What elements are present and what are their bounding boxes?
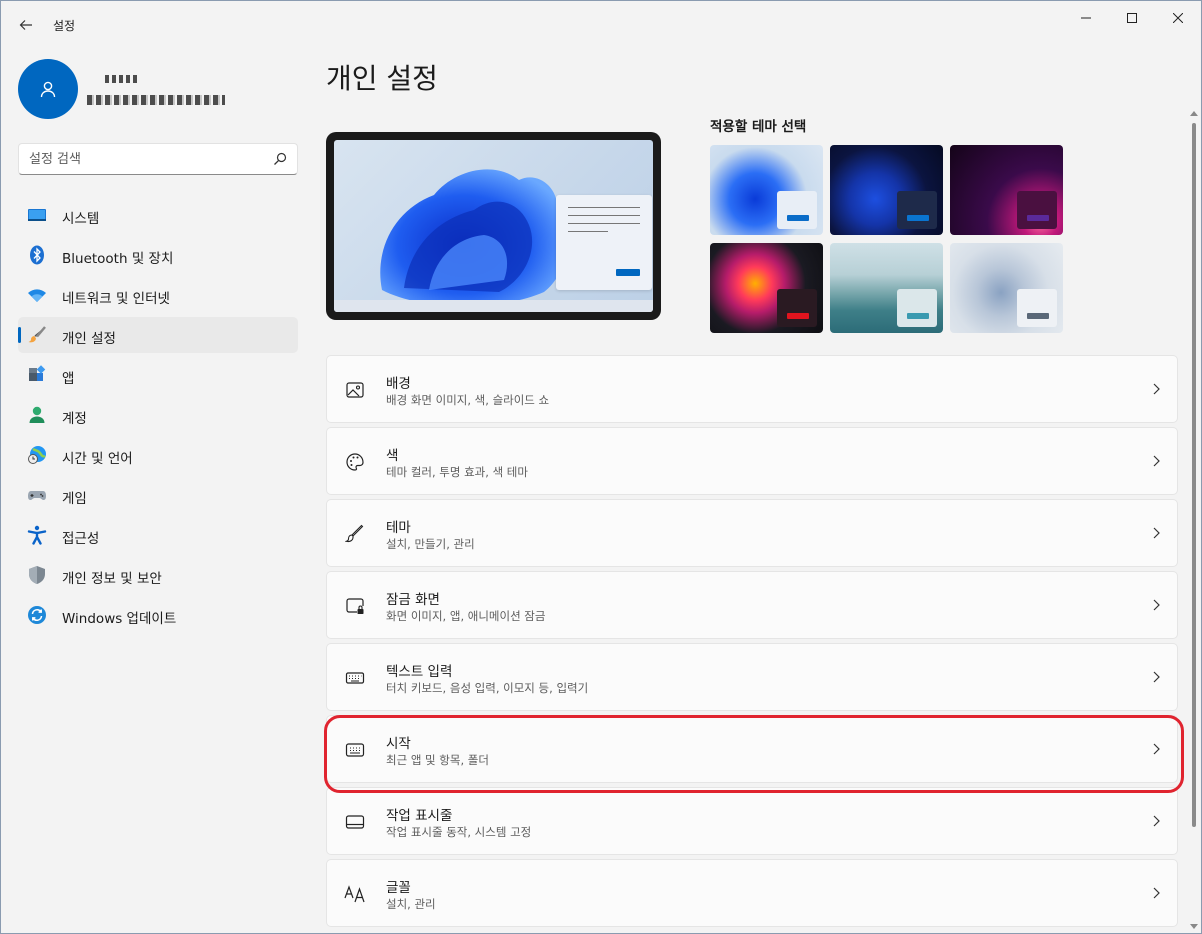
picture-icon: [343, 378, 367, 402]
close-button[interactable]: [1155, 3, 1201, 33]
sidebar-item-network[interactable]: 네트워크 및 인터넷: [18, 277, 298, 313]
title-bar: 설정: [1, 1, 1201, 49]
shield-icon: [27, 565, 47, 585]
minimize-icon: [1081, 17, 1091, 19]
setting-themes[interactable]: 테마 설치, 만들기, 관리: [326, 499, 1178, 567]
theme-flow[interactable]: [950, 243, 1063, 333]
theme-sunrise[interactable]: [830, 243, 943, 333]
accessibility-icon: [27, 525, 47, 545]
sidebar-item-time-language[interactable]: 시간 및 언어: [18, 437, 298, 473]
globe-clock-icon: [27, 445, 47, 465]
sidebar-item-privacy-security[interactable]: 개인 정보 및 보안: [18, 557, 298, 593]
setting-fonts[interactable]: 글꼴 설치, 관리: [326, 859, 1178, 927]
brush-icon: [27, 325, 47, 345]
sidebar-item-accounts[interactable]: 계정: [18, 397, 298, 433]
theme-preview: [326, 132, 661, 320]
gamepad-icon: [27, 485, 47, 505]
preview-window-mockup: [556, 195, 652, 290]
chevron-right-icon: [1153, 743, 1160, 755]
setting-taskbar[interactable]: 작업 표시줄 작업 표시줄 동작, 시스템 고정: [326, 787, 1178, 855]
sidebar-item-windows-update[interactable]: Windows 업데이트: [18, 597, 298, 633]
theme-windows-dark[interactable]: [830, 145, 943, 235]
system-icon: [27, 205, 47, 225]
bluetooth-icon: [27, 245, 47, 265]
sidebar-nav: 시스템 Bluetooth 및 장치 네트워크 및 인터넷 개인 설정 앱 계정…: [18, 197, 298, 637]
setting-colors[interactable]: 색 테마 컬러, 투명 효과, 색 테마: [326, 427, 1178, 495]
apps-icon: [27, 365, 47, 385]
theme-glow[interactable]: [950, 145, 1063, 235]
font-icon: [343, 882, 367, 906]
theme-captured-motion[interactable]: [710, 243, 823, 333]
chevron-right-icon: [1153, 527, 1160, 539]
theme-heading: 적용할 테마 선택: [710, 119, 807, 135]
theme-windows-light[interactable]: [710, 145, 823, 235]
avatar[interactable]: [18, 59, 78, 119]
scroll-up-arrow-icon[interactable]: [1190, 111, 1198, 116]
setting-start[interactable]: 시작 최근 앱 및 항목, 폴더: [326, 715, 1178, 783]
sidebar-item-bluetooth[interactable]: Bluetooth 및 장치: [18, 237, 298, 273]
back-arrow-icon: [19, 20, 32, 30]
palette-icon: [343, 450, 367, 474]
wifi-icon: [27, 285, 47, 305]
account-icon: [27, 405, 47, 425]
minimize-button[interactable]: [1063, 3, 1109, 33]
page-title: 개인 설정: [326, 62, 438, 95]
settings-window: 설정 시스템 Bluetooth 및 장치: [0, 0, 1202, 934]
chevron-right-icon: [1153, 455, 1160, 467]
back-button[interactable]: [11, 11, 41, 39]
close-icon: [1173, 13, 1183, 23]
chevron-right-icon: [1153, 671, 1160, 683]
chevron-right-icon: [1153, 887, 1160, 899]
maximize-button[interactable]: [1109, 3, 1155, 33]
sidebar-item-personalization[interactable]: 개인 설정: [18, 317, 298, 353]
scroll-thumb[interactable]: [1192, 123, 1196, 827]
lock-screen-icon: [343, 594, 367, 618]
brush-icon: [343, 522, 367, 546]
theme-preview-screen: [334, 140, 653, 312]
sidebar-item-apps[interactable]: 앱: [18, 357, 298, 393]
scrollbar[interactable]: [1189, 109, 1199, 931]
sidebar-item-system[interactable]: 시스템: [18, 197, 298, 233]
search-input[interactable]: [29, 144, 269, 174]
setting-background[interactable]: 배경 배경 화면 이미지, 색, 슬라이드 쇼: [326, 355, 1178, 423]
setting-lock-screen[interactable]: 잠금 화면 화면 이미지, 앱, 애니메이션 잠금: [326, 571, 1178, 639]
taskbar-icon: [343, 810, 367, 834]
setting-text-input[interactable]: 텍스트 입력 터치 키보드, 음성 입력, 이모지 등, 입력기: [326, 643, 1178, 711]
sidebar-item-gaming[interactable]: 게임: [18, 477, 298, 513]
keyboard-icon: [343, 666, 367, 690]
user-email-redacted: [87, 95, 225, 105]
user-name-redacted: [105, 75, 137, 83]
app-title: 설정: [53, 19, 76, 33]
update-icon: [27, 605, 47, 625]
user-icon: [40, 81, 56, 98]
preview-taskbar: [334, 300, 653, 312]
chevron-right-icon: [1153, 599, 1160, 611]
maximize-icon: [1127, 13, 1137, 23]
scroll-down-arrow-icon[interactable]: [1190, 924, 1198, 929]
search-icon[interactable]: [273, 152, 287, 166]
chevron-right-icon: [1153, 383, 1160, 395]
chevron-right-icon: [1153, 815, 1160, 827]
search-box: [18, 143, 298, 175]
settings-list: 배경 배경 화면 이미지, 색, 슬라이드 쇼 색 테마 컬러, 투명 효과, …: [326, 355, 1178, 931]
start-menu-icon: [343, 738, 367, 762]
sidebar-item-accessibility[interactable]: 접근성: [18, 517, 298, 553]
